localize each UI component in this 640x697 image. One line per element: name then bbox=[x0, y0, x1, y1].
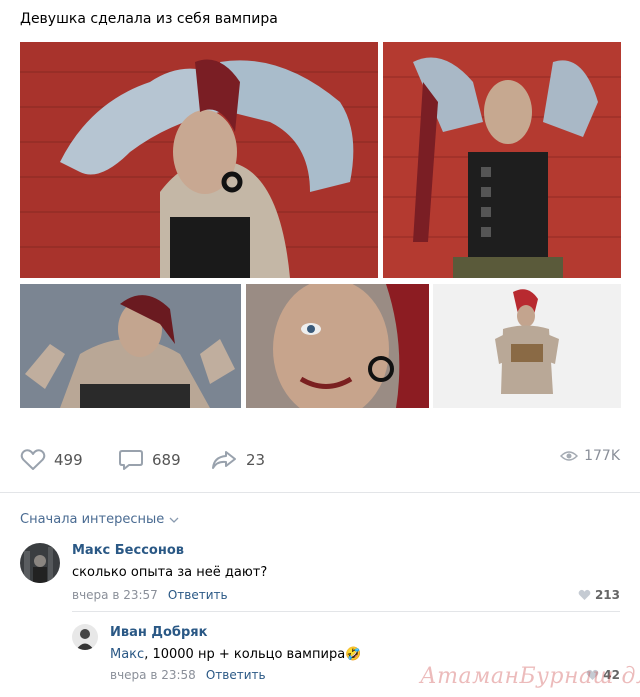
comment-time[interactable]: вчера в 23:58 bbox=[110, 668, 196, 682]
comment-like-button[interactable]: 213 bbox=[578, 588, 620, 602]
comment-text: сколько опыта за неё дают? bbox=[72, 565, 268, 580]
speech-bubble-icon bbox=[119, 450, 143, 470]
comments-sort-label: Сначала интересные bbox=[20, 512, 165, 527]
avatar[interactable] bbox=[72, 624, 98, 650]
eye-icon bbox=[560, 451, 579, 461]
divider bbox=[0, 492, 640, 493]
comments-sort-dropdown[interactable]: Сначала интересные bbox=[20, 512, 179, 527]
divider bbox=[72, 611, 620, 612]
share-count: 23 bbox=[246, 451, 266, 469]
like-button[interactable]: 499 bbox=[20, 448, 83, 472]
reply-button[interactable]: Ответить bbox=[168, 588, 228, 602]
comment-author[interactable]: Макс Бессонов bbox=[72, 543, 184, 558]
post-photo-3[interactable] bbox=[20, 284, 241, 408]
rofl-emoji-icon: 🤣 bbox=[345, 647, 362, 662]
comment-button[interactable]: 689 bbox=[118, 448, 181, 472]
views-count: 177K bbox=[584, 448, 620, 464]
comment-like-count: 213 bbox=[594, 588, 620, 602]
heart-icon bbox=[20, 449, 46, 470]
comment-count: 689 bbox=[152, 451, 181, 469]
post-photo-5[interactable] bbox=[433, 284, 621, 408]
comment-1: Макс Бессонов сколько опыта за неё дают?… bbox=[0, 540, 640, 610]
post-actions: 499 689 23 177K bbox=[20, 448, 620, 478]
share-button[interactable]: 23 bbox=[210, 448, 265, 472]
heart-icon bbox=[578, 589, 591, 600]
post-photo-2[interactable] bbox=[383, 42, 621, 278]
comment-time[interactable]: вчера в 23:57 bbox=[72, 588, 158, 602]
comment-text: Макс, 10000 нр + кольцо вампира🤣 bbox=[110, 647, 361, 662]
photo-5-image bbox=[433, 284, 621, 408]
comment-author[interactable]: Иван Добряк bbox=[110, 625, 207, 640]
photo-3-image bbox=[20, 284, 241, 408]
post-photo-1[interactable] bbox=[20, 42, 378, 278]
share-arrow-icon bbox=[212, 451, 236, 469]
comment-text-body: , 10000 нр + кольцо вампира bbox=[144, 647, 346, 662]
photo-1-image bbox=[20, 42, 378, 278]
comment-meta: вчера в 23:57 Ответить bbox=[72, 588, 228, 602]
post-title: Девушка сделала из себя вампира bbox=[20, 11, 278, 27]
watermark: АтаманБурнаш для ПП bbox=[420, 664, 640, 689]
views-counter: 177K bbox=[560, 448, 620, 464]
mention-link[interactable]: Макс bbox=[110, 647, 144, 662]
photo-2-image bbox=[383, 42, 621, 278]
avatar[interactable] bbox=[20, 543, 60, 583]
post-photo-4[interactable] bbox=[246, 284, 429, 408]
like-count: 499 bbox=[54, 451, 83, 469]
chevron-down-icon bbox=[169, 517, 179, 523]
reply-button[interactable]: Ответить bbox=[206, 668, 266, 682]
comment-meta: вчера в 23:58 Ответить bbox=[110, 668, 266, 682]
photo-4-image bbox=[246, 284, 429, 408]
